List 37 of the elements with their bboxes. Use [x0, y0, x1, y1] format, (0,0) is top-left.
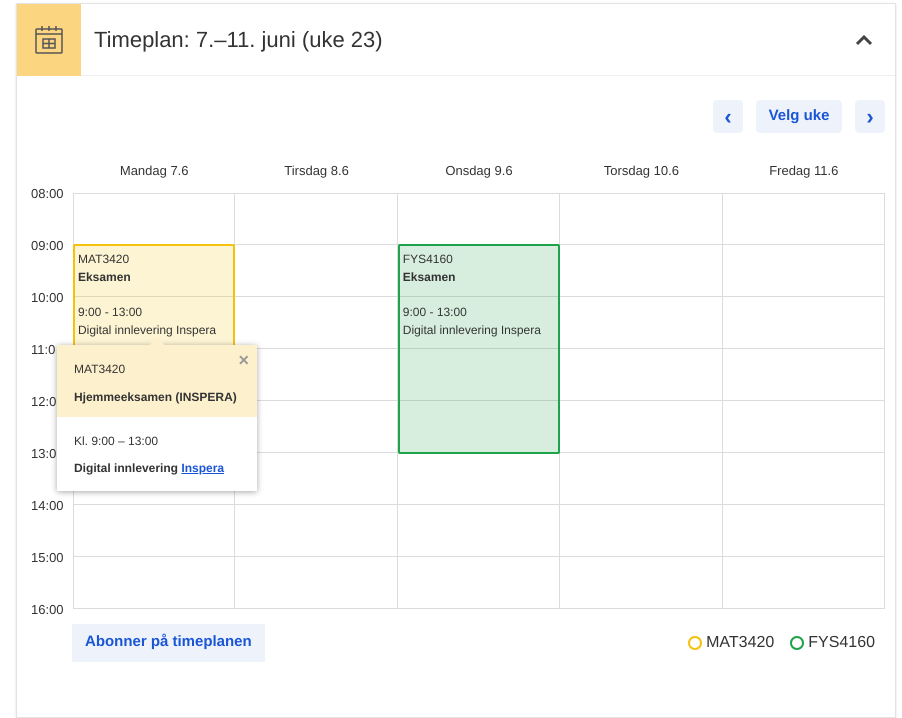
day-heading: Fredag 11.6: [769, 162, 838, 180]
legend-label: FYS4160: [808, 632, 875, 652]
legend-label: MAT3420: [706, 632, 774, 652]
event-title: Eksamen: [78, 268, 132, 286]
hour-label: 08:00: [31, 186, 64, 200]
next-week-button[interactable]: ›: [855, 100, 885, 133]
event-title: Eksamen: [402, 268, 456, 286]
day-heading: Torsdag 10.6: [604, 162, 679, 180]
event-time: 9:00 - 13:00: [78, 304, 144, 320]
hour-label: 14:00: [31, 498, 64, 512]
hour-label: 11:0: [31, 342, 56, 356]
event-course: FYS4160: [402, 250, 454, 268]
subscribe-button[interactable]: Abonner på timeplanen: [72, 624, 265, 662]
previous-week-button[interactable]: ‹: [713, 100, 743, 133]
day-heading: Tirsdag 8.6: [284, 162, 349, 180]
hour-label: 16:00: [31, 602, 64, 616]
popover-course: MAT3420: [74, 360, 126, 378]
calendar-icon: [33, 24, 65, 56]
chevron-icon: [855, 34, 873, 46]
inspera-link[interactable]: Inspera: [181, 460, 224, 474]
hour-label: 09:00: [31, 238, 64, 252]
window-title: Timeplan: 7.–11. juni (uke 23): [94, 26, 383, 54]
event-block[interactable]: FYS4160 Eksamen 9:00 - 13:00 Digital innlevering Inspera: [398, 244, 560, 454]
popover-title: Hjemmeeksamen (INSPERA): [74, 388, 238, 406]
event-course: MAT3420: [78, 250, 130, 268]
hour-label: 10:00: [31, 290, 64, 304]
day-heading: Mandag 7.6: [120, 162, 189, 180]
hour-label: 12:0: [31, 394, 56, 408]
event-location: Digital innlevering Inspera: [78, 322, 218, 338]
event-location: Digital innlevering Inspera: [402, 322, 542, 338]
choose-week-button[interactable]: Velg uke: [756, 100, 842, 133]
popover-location: Digital innlevering Inspera: [74, 460, 226, 476]
hour-label: 13:0: [31, 446, 56, 460]
event-time: 9:00 - 13:00: [402, 304, 468, 320]
popover-time: Kl. 9:00 – 13:00: [74, 432, 160, 450]
day-heading: Onsdag 9.6: [445, 162, 513, 180]
hour-label: 15:00: [31, 550, 64, 564]
